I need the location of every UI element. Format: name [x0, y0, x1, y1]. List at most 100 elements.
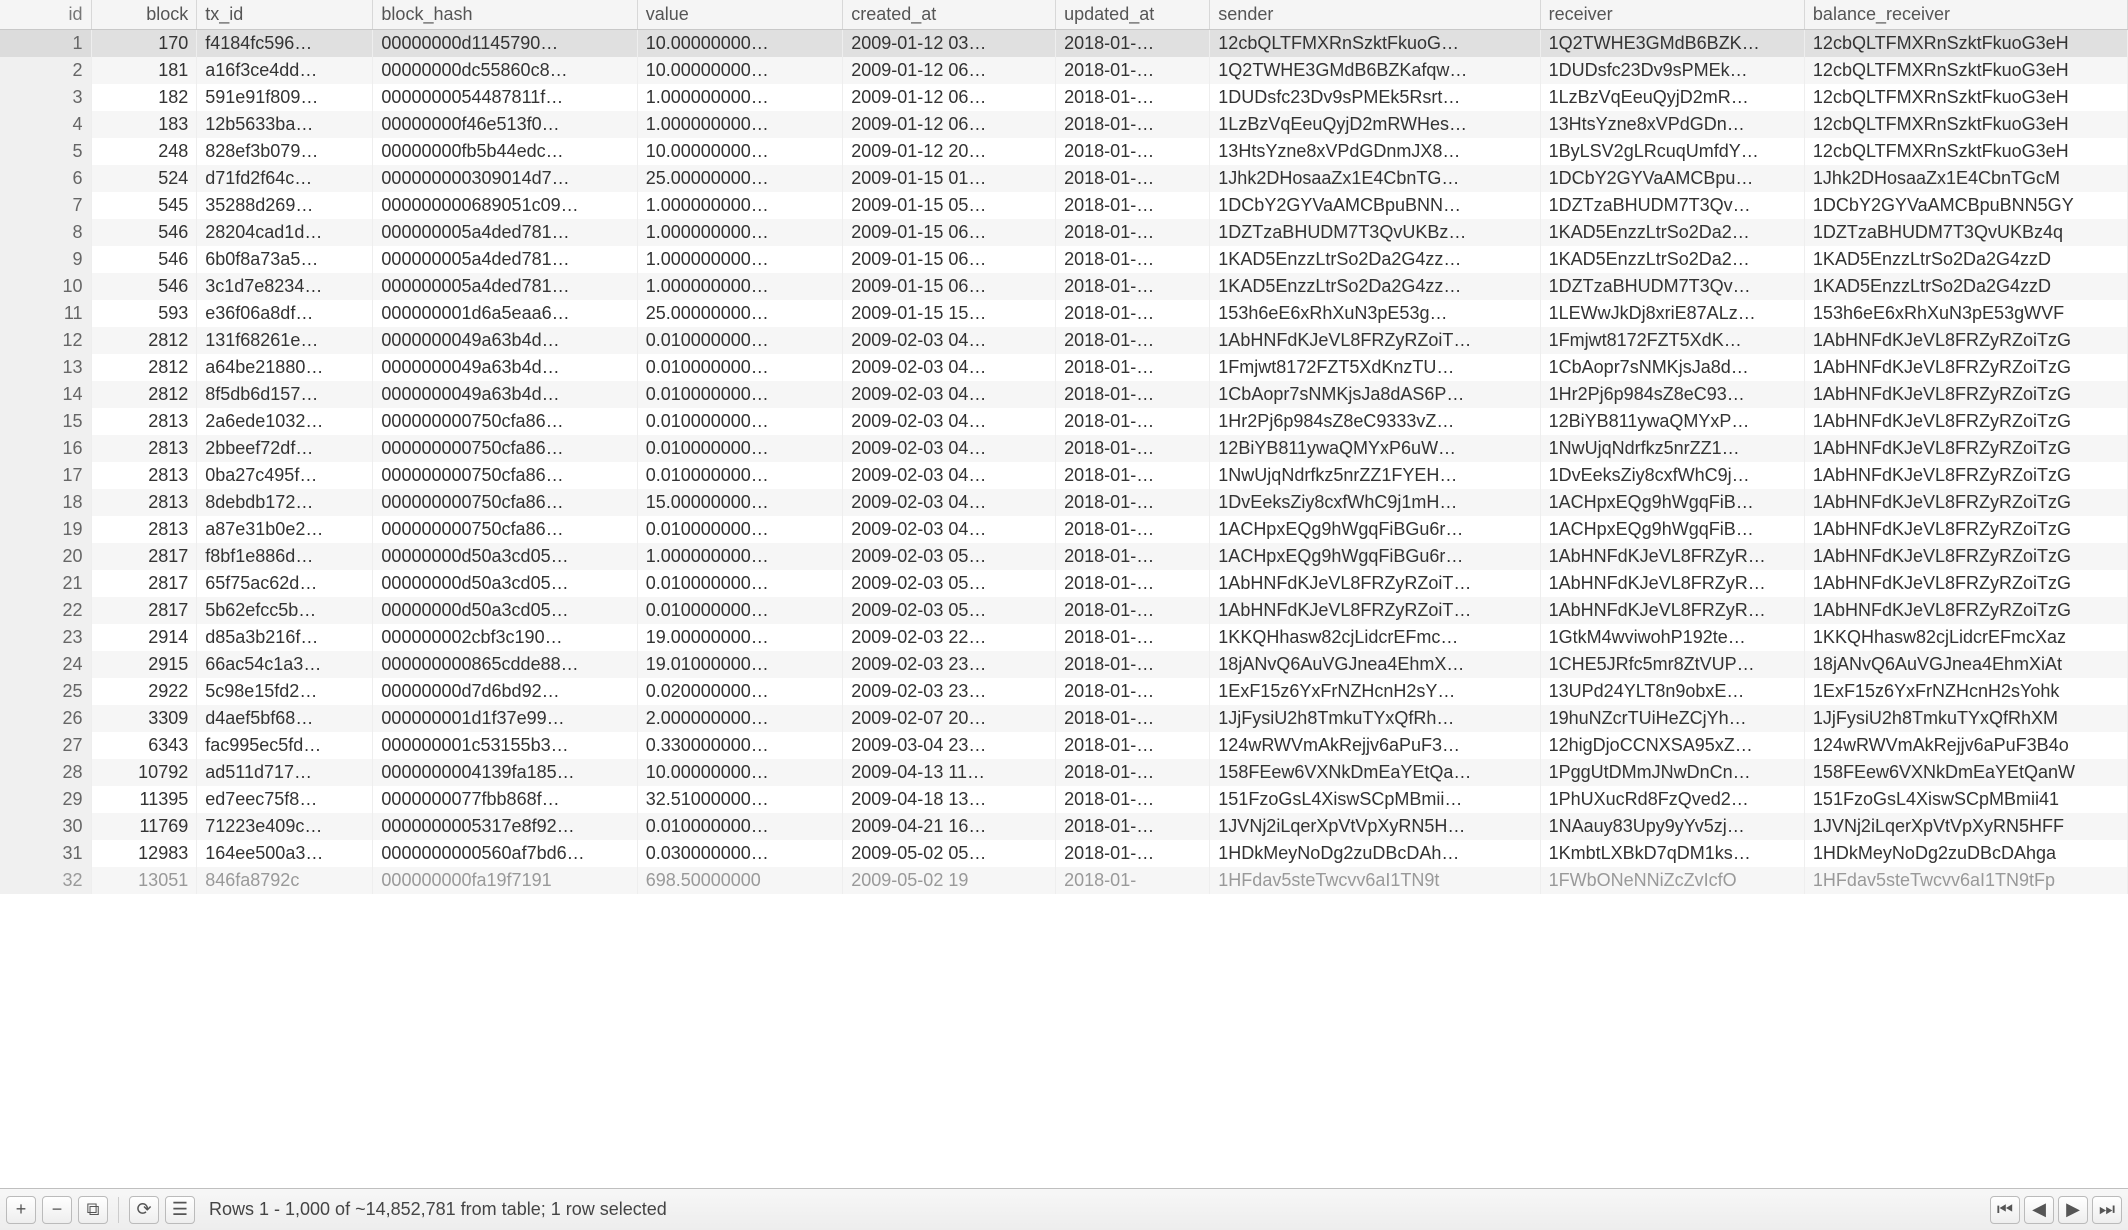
- cell-value[interactable]: 19.00000000…: [637, 624, 843, 651]
- cell-id[interactable]: 12: [0, 327, 91, 354]
- cell-id[interactable]: 5: [0, 138, 91, 165]
- cell-value[interactable]: 1.000000000…: [637, 192, 843, 219]
- cell-block_hash[interactable]: 000000001d1f37e99…: [373, 705, 637, 732]
- page-last-button[interactable]: ⏭: [2092, 1196, 2122, 1224]
- cell-receiver[interactable]: 1DZTzaBHUDM7T3Qv…: [1540, 273, 1804, 300]
- cell-sender[interactable]: 18jANvQ6AuVGJnea4EhmX…: [1210, 651, 1540, 678]
- cell-created_at[interactable]: 2009-02-03 04…: [843, 327, 1056, 354]
- cell-block_hash[interactable]: 0000000005317e8f92…: [373, 813, 637, 840]
- cell-id[interactable]: 23: [0, 624, 91, 651]
- cell-block_hash[interactable]: 0000000049a63b4d…: [373, 381, 637, 408]
- cell-updated_at[interactable]: 2018-01-…: [1056, 381, 1210, 408]
- cell-updated_at[interactable]: 2018-01-…: [1056, 597, 1210, 624]
- cell-tx_id[interactable]: ed7eec75f8…: [197, 786, 373, 813]
- cell-id[interactable]: 3: [0, 84, 91, 111]
- cell-balance_receiver[interactable]: 1KKQHhasw82cjLidcrEFmcXaz: [1804, 624, 2127, 651]
- cell-block_hash[interactable]: 00000000d50a3cd05…: [373, 570, 637, 597]
- cell-value[interactable]: 0.010000000…: [637, 570, 843, 597]
- cell-updated_at[interactable]: 2018-01-…: [1056, 354, 1210, 381]
- column-header-block[interactable]: block: [91, 0, 197, 30]
- cell-receiver[interactable]: 1AbHNFdKJeVL8FRZyR…: [1540, 543, 1804, 570]
- cell-updated_at[interactable]: 2018-01-…: [1056, 300, 1210, 327]
- cell-value[interactable]: 1.000000000…: [637, 246, 843, 273]
- cell-balance_receiver[interactable]: 1HDkMeyNoDg2zuDBcDAhga: [1804, 840, 2127, 867]
- cell-block_hash[interactable]: 00000000d50a3cd05…: [373, 597, 637, 624]
- cell-balance_receiver[interactable]: 1AbHNFdKJeVL8FRZyRZoiTzG: [1804, 489, 2127, 516]
- cell-block_hash[interactable]: 000000000689051c09…: [373, 192, 637, 219]
- cell-block_hash[interactable]: 000000001d6a5eaa6…: [373, 300, 637, 327]
- cell-sender[interactable]: 158FEew6VXNkDmEaYEtQa…: [1210, 759, 1540, 786]
- cell-value[interactable]: 10.00000000…: [637, 30, 843, 58]
- table-row[interactable]: 301176971223e409c…0000000005317e8f92…0.0…: [0, 813, 2128, 840]
- cell-sender[interactable]: 1JVNj2iLqerXpVtVpXyRN5H…: [1210, 813, 1540, 840]
- page-prev-button[interactable]: ◀: [2024, 1196, 2054, 1224]
- cell-receiver[interactable]: 1KAD5EnzzLtrSo2Da2…: [1540, 219, 1804, 246]
- cell-block_hash[interactable]: 000000000750cfa86…: [373, 462, 637, 489]
- cell-created_at[interactable]: 2009-01-12 06…: [843, 111, 1056, 138]
- cell-block_hash[interactable]: 00000000d7d6bd92…: [373, 678, 637, 705]
- cell-value[interactable]: 1.000000000…: [637, 219, 843, 246]
- cell-id[interactable]: 24: [0, 651, 91, 678]
- cell-sender[interactable]: 1DCbY2GYVaAMCBpuBNN…: [1210, 192, 1540, 219]
- cell-receiver[interactable]: 1GtkM4wviwohP192te…: [1540, 624, 1804, 651]
- column-header-value[interactable]: value: [637, 0, 843, 30]
- cell-sender[interactable]: 12cbQLTFMXRnSzktFkuoG…: [1210, 30, 1540, 58]
- cell-balance_receiver[interactable]: 1ExF15z6YxFrNZHcnH2sYohk: [1804, 678, 2127, 705]
- cell-created_at[interactable]: 2009-05-02 05…: [843, 840, 1056, 867]
- cell-receiver[interactable]: 1ACHpxEQg9hWgqFiB…: [1540, 516, 1804, 543]
- cell-balance_receiver[interactable]: 158FEew6VXNkDmEaYEtQanW: [1804, 759, 2127, 786]
- cell-balance_receiver[interactable]: 151FzoGsL4XiswSCpMBmii41: [1804, 786, 2127, 813]
- table-row[interactable]: 95466b0f8a73a5…000000005a4ded781…1.00000…: [0, 246, 2128, 273]
- cell-updated_at[interactable]: 2018-01-…: [1056, 678, 1210, 705]
- cell-id[interactable]: 16: [0, 435, 91, 462]
- cell-value[interactable]: 0.330000000…: [637, 732, 843, 759]
- cell-id[interactable]: 29: [0, 786, 91, 813]
- table-row[interactable]: 11593e36f06a8df…000000001d6a5eaa6…25.000…: [0, 300, 2128, 327]
- cell-sender[interactable]: 1Q2TWHE3GMdB6BZKafqw…: [1210, 57, 1540, 84]
- cell-id[interactable]: 18: [0, 489, 91, 516]
- cell-block_hash[interactable]: 000000000750cfa86…: [373, 408, 637, 435]
- cell-sender[interactable]: 1DUDsfc23Dv9sPMEk5Rsrt…: [1210, 84, 1540, 111]
- cell-value[interactable]: 698.50000000: [637, 867, 843, 894]
- cell-receiver[interactable]: 1CHE5JRfc5mr8ZtVUP…: [1540, 651, 1804, 678]
- table-row[interactable]: 132812a64be21880…0000000049a63b4d…0.0100…: [0, 354, 2128, 381]
- cell-balance_receiver[interactable]: 1AbHNFdKJeVL8FRZyRZoiTzG: [1804, 354, 2127, 381]
- cell-value[interactable]: 10.00000000…: [637, 138, 843, 165]
- cell-id[interactable]: 28: [0, 759, 91, 786]
- add-row-button[interactable]: +: [6, 1196, 36, 1224]
- cell-balance_receiver[interactable]: 1HFdav5steTwcvv6aI1TN9tFp: [1804, 867, 2127, 894]
- table-row[interactable]: 202817f8bf1e886d…00000000d50a3cd05…1.000…: [0, 543, 2128, 570]
- cell-block[interactable]: 2812: [91, 327, 197, 354]
- cell-tx_id[interactable]: fac995ec5fd…: [197, 732, 373, 759]
- cell-updated_at[interactable]: 2018-01-…: [1056, 624, 1210, 651]
- cell-block_hash[interactable]: 0000000004139fa185…: [373, 759, 637, 786]
- cell-block_hash[interactable]: 0000000054487811f…: [373, 84, 637, 111]
- cell-tx_id[interactable]: a64be21880…: [197, 354, 373, 381]
- cell-block[interactable]: 10792: [91, 759, 197, 786]
- cell-block_hash[interactable]: 0000000000560af7bd6…: [373, 840, 637, 867]
- cell-created_at[interactable]: 2009-01-15 06…: [843, 219, 1056, 246]
- cell-created_at[interactable]: 2009-04-13 11…: [843, 759, 1056, 786]
- cell-block[interactable]: 11395: [91, 786, 197, 813]
- cell-block[interactable]: 546: [91, 273, 197, 300]
- cell-block[interactable]: 13051: [91, 867, 197, 894]
- cell-block[interactable]: 183: [91, 111, 197, 138]
- cell-created_at[interactable]: 2009-02-03 04…: [843, 516, 1056, 543]
- cell-sender[interactable]: 1DZTzaBHUDM7T3QvUKBz…: [1210, 219, 1540, 246]
- cell-balance_receiver[interactable]: 1AbHNFdKJeVL8FRZyRZoiTzG: [1804, 516, 2127, 543]
- cell-created_at[interactable]: 2009-02-03 05…: [843, 597, 1056, 624]
- cell-block[interactable]: 2812: [91, 381, 197, 408]
- cell-tx_id[interactable]: 2bbeef72df…: [197, 435, 373, 462]
- cell-tx_id[interactable]: e36f06a8df…: [197, 300, 373, 327]
- cell-sender[interactable]: 1HFdav5steTwcvv6aI1TN9t: [1210, 867, 1540, 894]
- cell-balance_receiver[interactable]: 18jANvQ6AuVGJnea4EhmXiAt: [1804, 651, 2127, 678]
- table-row[interactable]: 105463c1d7e8234…000000005a4ded781…1.0000…: [0, 273, 2128, 300]
- table-row[interactable]: 1628132bbeef72df…000000000750cfa86…0.010…: [0, 435, 2128, 462]
- cell-updated_at[interactable]: 2018-01-…: [1056, 570, 1210, 597]
- cell-value[interactable]: 25.00000000…: [637, 300, 843, 327]
- cell-balance_receiver[interactable]: 1KAD5EnzzLtrSo2Da2G4zzD: [1804, 246, 2127, 273]
- column-header-created_at[interactable]: created_at: [843, 0, 1056, 30]
- cell-id[interactable]: 27: [0, 732, 91, 759]
- cell-updated_at[interactable]: 2018-01-…: [1056, 732, 1210, 759]
- cell-tx_id[interactable]: 591e91f809…: [197, 84, 373, 111]
